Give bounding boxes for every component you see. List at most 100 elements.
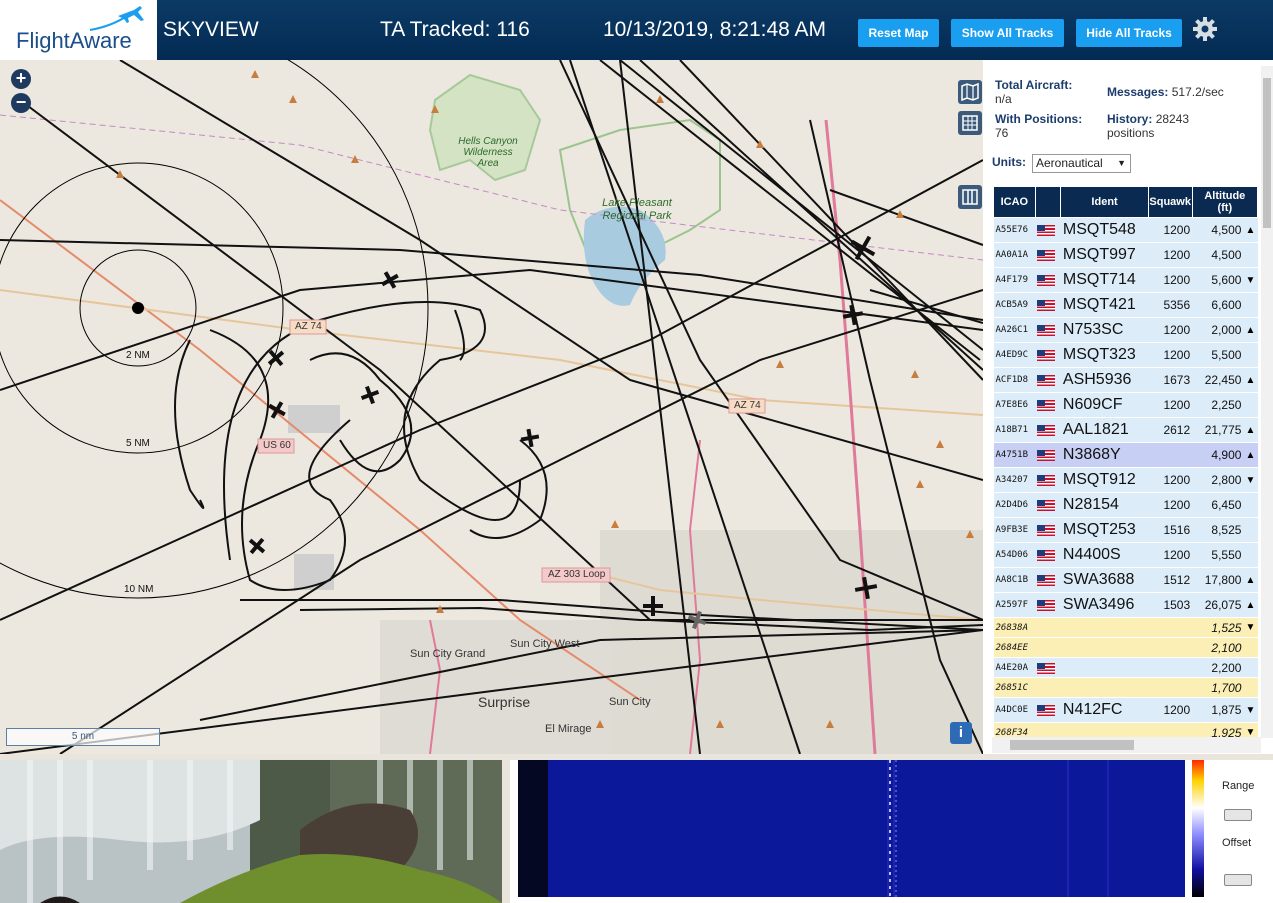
icao-cell: A4E20A <box>993 657 1036 678</box>
aircraft-row[interactable]: A2597F SWA3496 1503 26,075 ▲ <box>993 592 1258 618</box>
map-layers-icon[interactable] <box>958 80 982 104</box>
aircraft-row[interactable]: 2684EE 2,100 <box>993 637 1258 658</box>
map-view[interactable]: Hells Canyon Wilderness Area Lake Pleasa… <box>0 60 983 754</box>
aircraft-row[interactable]: A9FB3E MSQT253 1516 8,525 <box>993 517 1258 543</box>
spectrum-left-margin <box>518 760 548 897</box>
flag-cell <box>1035 267 1061 293</box>
units-select-value: Aeronautical <box>1036 156 1103 170</box>
aircraft-row[interactable]: AA0A1A MSQT997 1200 4,500 <box>993 242 1258 268</box>
reset-map-button[interactable]: Reset Map <box>858 19 939 47</box>
flag-cell <box>1035 342 1061 368</box>
aircraft-row[interactable]: ACB5A9 MSQT421 5356 6,600 <box>993 292 1258 318</box>
squawk-cell: 1200 <box>1148 242 1193 268</box>
icao-cell: A2D4D6 <box>993 492 1036 518</box>
altitude-trend-icon: ▲ <box>1243 217 1258 243</box>
altitude-cell: 2,200 <box>1192 657 1244 678</box>
us-flag-icon <box>1037 662 1056 674</box>
squawk-cell: 1503 <box>1148 592 1193 618</box>
aircraft-row[interactable]: A4ED9C MSQT323 1200 5,500 <box>993 342 1258 368</box>
current-datetime: 10/13/2019, 8:21:48 AM <box>603 18 827 41</box>
altitude-cell: 1,700 <box>1192 677 1244 698</box>
altitude-trend-icon <box>1243 637 1258 658</box>
map-info-button[interactable]: i <box>950 722 972 744</box>
altitude-cell: 4,500 <box>1192 217 1244 243</box>
ident-cell <box>1060 617 1149 638</box>
icao-cell: AA26C1 <box>993 317 1036 343</box>
aircraft-row[interactable]: A2D4D6 N28154 1200 6,450 <box>993 492 1258 518</box>
altitude-cell: 2,250 <box>1192 392 1244 418</box>
zoom-in-button[interactable]: + <box>11 69 31 89</box>
squawk-cell: 1200 <box>1148 392 1193 418</box>
altitude-trend-icon: ▼ <box>1243 467 1258 493</box>
altitude-cell: 5,550 <box>1192 542 1244 568</box>
scrollbar-thumb[interactable] <box>1010 740 1134 750</box>
flag-cell <box>1035 492 1061 518</box>
map-label-surprise: Surprise <box>478 694 531 710</box>
aircraft-row[interactable]: A18B71 AAL1821 2612 21,775 ▲ <box>993 417 1258 443</box>
aircraft-row[interactable]: A4751B N3868Y 4,900 ▲ <box>993 442 1258 468</box>
squawk-cell: 1200 <box>1148 217 1193 243</box>
aircraft-row[interactable]: 26838A 1,525 ▼ <box>993 617 1258 638</box>
us-flag-icon <box>1037 250 1056 262</box>
altitude-trend-icon: ▲ <box>1243 567 1258 593</box>
aircraft-row[interactable]: A34207 MSQT912 1200 2,800 ▼ <box>993 467 1258 493</box>
icao-cell: A9FB3E <box>993 517 1036 543</box>
offset-slider[interactable] <box>1224 874 1252 886</box>
aircraft-row[interactable]: 26851C 1,700 <box>993 677 1258 698</box>
aircraft-row[interactable]: AA26C1 N753SC 1200 2,000 ▲ <box>993 317 1258 343</box>
gear-icon[interactable] <box>1192 16 1218 42</box>
flag-cell <box>1035 317 1061 343</box>
scrollbar-thumb[interactable] <box>1263 78 1271 228</box>
aircraft-row[interactable]: AA8C1B SWA3688 1512 17,800 ▲ <box>993 567 1258 593</box>
altitude-cell: 26,075 <box>1192 592 1244 618</box>
flag-cell <box>1035 567 1061 593</box>
grid-icon[interactable] <box>958 111 982 135</box>
zoom-out-button[interactable]: − <box>11 93 31 113</box>
altitude-trend-icon <box>1243 677 1258 698</box>
column-header-squawk[interactable]: Squawk <box>1147 186 1193 218</box>
panel-horizontal-scrollbar[interactable] <box>992 737 1261 753</box>
flag-cell <box>1035 242 1061 268</box>
aircraft-row[interactable]: A4F179 MSQT714 1200 5,600 ▼ <box>993 267 1258 293</box>
flag-cell <box>1035 697 1061 723</box>
map-label-el-mirage: El Mirage <box>545 723 592 735</box>
total-aircraft-label: Total Aircraft: <box>995 78 1073 92</box>
aircraft-row[interactable]: ACF1D8 ASH5936 1673 22,450 ▲ <box>993 367 1258 393</box>
us-flag-icon <box>1037 325 1056 337</box>
column-header-ident[interactable]: Ident <box>1060 186 1149 218</box>
panel-vertical-scrollbar[interactable] <box>1261 66 1273 738</box>
column-header-altitude[interactable]: Altitude (ft) <box>1191 186 1259 218</box>
icao-cell: A34207 <box>993 467 1036 493</box>
show-all-tracks-button[interactable]: Show All Tracks <box>951 19 1064 47</box>
aircraft-row[interactable]: A4E20A 2,200 <box>993 657 1258 678</box>
aircraft-row[interactable]: A7E8E6 N609CF 1200 2,250 <box>993 392 1258 418</box>
ident-cell: N28154 <box>1060 492 1149 518</box>
spectrum-panel: Range Offset <box>510 760 1273 903</box>
ident-cell: MSQT548 <box>1060 217 1149 243</box>
altitude-trend-icon <box>1243 657 1258 678</box>
icao-cell: A54D06 <box>993 542 1036 568</box>
ident-cell: MSQT714 <box>1060 267 1149 293</box>
aircraft-row[interactable]: A55E76 MSQT548 1200 4,500 ▲ <box>993 217 1258 243</box>
column-header-icao[interactable]: ICAO <box>993 186 1036 218</box>
squawk-cell <box>1148 617 1193 638</box>
icao-cell: 2684EE <box>993 637 1036 658</box>
altitude-trend-icon <box>1243 542 1258 568</box>
us-flag-icon <box>1037 275 1056 287</box>
aircraft-row[interactable]: A54D06 N4400S 1200 5,550 <box>993 542 1258 568</box>
squawk-cell <box>1148 637 1193 658</box>
column-header-flag[interactable] <box>1034 186 1062 218</box>
squawk-cell: 1516 <box>1148 517 1193 543</box>
hide-all-tracks-button[interactable]: Hide All Tracks <box>1076 19 1182 47</box>
flag-cell <box>1035 657 1061 678</box>
columns-icon[interactable] <box>958 185 982 209</box>
range-slider[interactable] <box>1224 809 1252 821</box>
units-select[interactable]: Aeronautical ▼ <box>1032 154 1131 173</box>
us-flag-icon <box>1037 500 1056 512</box>
flightaware-logo[interactable]: FlightAware <box>0 0 157 60</box>
icao-cell: A4F179 <box>993 267 1036 293</box>
squawk-cell: 1200 <box>1148 342 1193 368</box>
history-unit: positions <box>1107 126 1155 140</box>
flag-cell <box>1035 217 1061 243</box>
aircraft-row[interactable]: A4DC0E N412FC 1200 1,875 ▼ <box>993 697 1258 723</box>
